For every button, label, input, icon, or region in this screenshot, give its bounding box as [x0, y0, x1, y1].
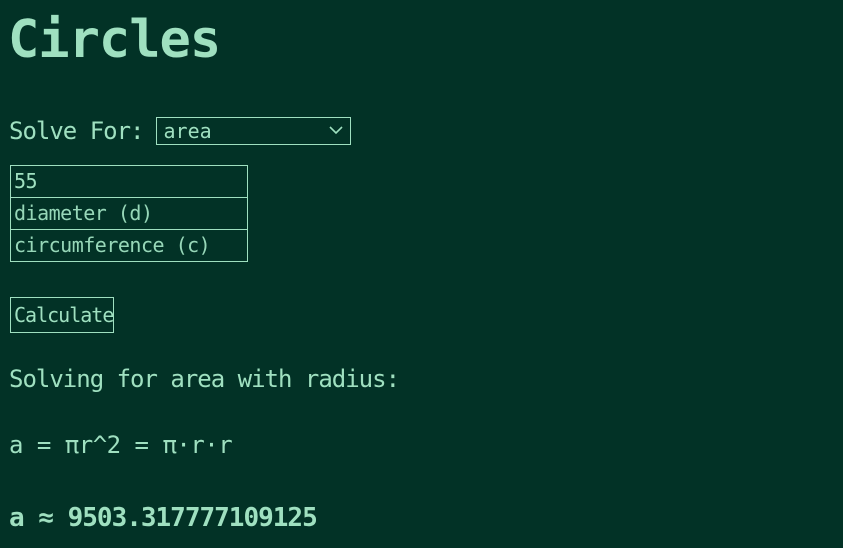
circumference-field[interactable]: circumference (c) [10, 229, 248, 262]
diameter-field[interactable]: diameter (d) [10, 197, 248, 230]
chevron-down-icon [328, 126, 343, 135]
input-fields: 55 diameter (d) circumference (c) [10, 165, 248, 262]
radius-value: 55 [14, 169, 38, 193]
solving-text: Solving for area with radius: [9, 365, 400, 393]
diameter-placeholder: diameter (d) [14, 201, 153, 225]
solve-for-row: Solve For: area [9, 116, 351, 146]
radius-field[interactable]: 55 [10, 165, 248, 198]
circumference-placeholder: circumference (c) [14, 233, 211, 257]
result-text: a ≈ 9503.317777109125 [9, 503, 318, 533]
solve-for-select[interactable]: area [155, 117, 351, 145]
solve-for-selected-value: area [163, 119, 212, 143]
page-title: Circles [8, 10, 221, 70]
calculate-button[interactable]: Calculate [10, 297, 114, 333]
solve-for-label: Solve For: [9, 117, 144, 145]
formula-text: a = πr^2 = π·r·r [9, 431, 233, 459]
